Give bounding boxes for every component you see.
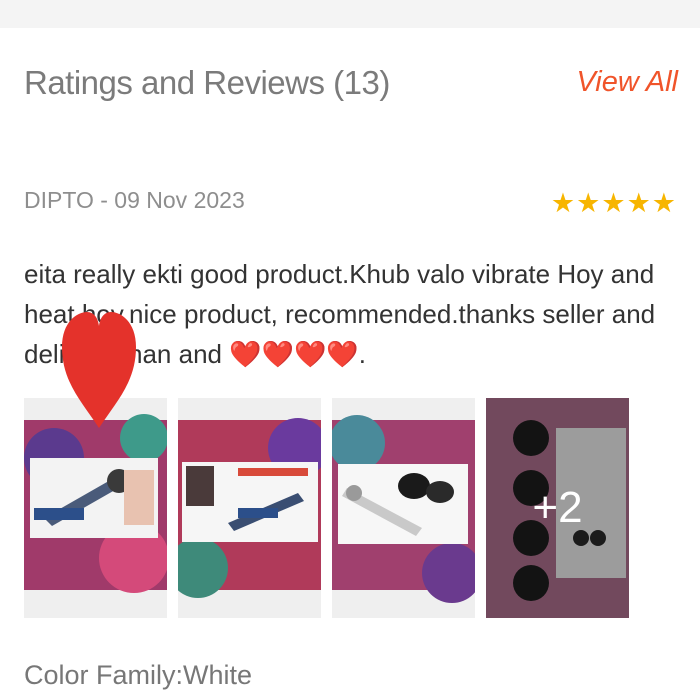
review-photos: +2 bbox=[24, 398, 629, 618]
censor-heart-icon bbox=[62, 312, 136, 428]
ratings-title: Ratings and Reviews (13) bbox=[24, 64, 390, 101]
color-family-label: Color Family:White bbox=[24, 660, 253, 690]
review-end: . bbox=[358, 339, 366, 369]
star-icon: ★ bbox=[601, 188, 626, 218]
star-icon: ★ bbox=[626, 188, 651, 218]
view-all-link[interactable]: View All bbox=[576, 66, 678, 99]
star-icon: ★ bbox=[550, 188, 576, 218]
top-bar bbox=[0, 0, 700, 28]
star-icon: ★ bbox=[576, 188, 601, 218]
review-photo[interactable] bbox=[24, 398, 167, 618]
more-photos-count[interactable]: +2 bbox=[486, 398, 629, 618]
heart-emojis: ❤️❤️❤️❤️ bbox=[229, 339, 359, 369]
review-author-date: DIPTO - 09 Nov 2023 bbox=[24, 187, 245, 213]
star-icon: ★ bbox=[651, 188, 676, 218]
star-rating: ★ ★ ★ ★ ★ bbox=[551, 190, 676, 217]
review-photo[interactable] bbox=[178, 398, 321, 618]
review-photo-more[interactable]: +2 bbox=[486, 398, 629, 618]
review-photo[interactable] bbox=[332, 398, 475, 618]
